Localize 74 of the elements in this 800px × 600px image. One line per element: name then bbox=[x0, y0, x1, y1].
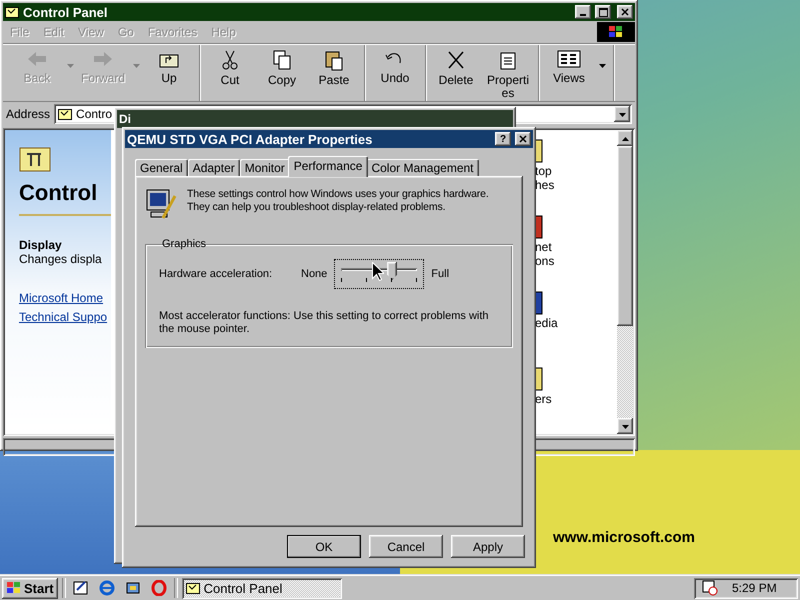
caret-icon bbox=[622, 424, 628, 428]
windows-logo bbox=[597, 22, 635, 42]
toolbar-button[interactable]: Undo bbox=[369, 45, 421, 101]
scroll-down-button[interactable] bbox=[617, 418, 633, 434]
minimize-button[interactable] bbox=[575, 5, 591, 19]
description-text: These settings control how Windows uses your graphics hardware. They can help you troubleshoot display-related problems. bbox=[187, 188, 490, 215]
acceleration-slider[interactable] bbox=[335, 260, 424, 288]
paste-icon bbox=[323, 49, 345, 71]
dropdown-button[interactable] bbox=[614, 106, 630, 122]
caret-icon bbox=[132, 64, 140, 68]
icon-label: hes bbox=[535, 178, 554, 192]
clock: 5:29 PM bbox=[732, 581, 777, 595]
dialog-title: Di bbox=[119, 112, 132, 126]
toolbar-button[interactable]: Delete bbox=[430, 45, 482, 101]
toolbar-button[interactable]: Up bbox=[143, 45, 195, 101]
caret-icon bbox=[66, 64, 74, 68]
maximize-button[interactable] bbox=[595, 5, 611, 19]
caret-icon bbox=[618, 112, 626, 116]
caret-icon bbox=[622, 136, 628, 140]
windows-logo-icon bbox=[6, 581, 22, 595]
close-icon bbox=[621, 8, 629, 16]
dialog-button[interactable]: Apply bbox=[451, 535, 525, 558]
tab[interactable]: General bbox=[135, 159, 188, 176]
icon-label: edia bbox=[535, 316, 558, 330]
toolbar-button[interactable]: Properties bbox=[482, 45, 534, 101]
item-title: Display bbox=[19, 238, 63, 252]
icon-label: top bbox=[535, 164, 552, 178]
dialog-title: QEMU STD VGA PCI Adapter Properties bbox=[127, 132, 374, 146]
maximize-icon bbox=[598, 8, 608, 16]
help-button[interactable]: ? bbox=[495, 132, 511, 146]
caret-icon bbox=[598, 64, 606, 68]
close-button[interactable] bbox=[515, 132, 531, 146]
close-button[interactable] bbox=[617, 5, 633, 19]
toolbar-button[interactable]: Cut bbox=[204, 45, 256, 101]
icon-label: ers bbox=[535, 392, 552, 406]
web-link[interactable]: Technical Suppo bbox=[19, 310, 111, 324]
scroll-bar[interactable] bbox=[617, 130, 633, 434]
monitor-icon bbox=[145, 188, 177, 220]
slider-thumb[interactable] bbox=[387, 262, 398, 280]
address-label: Address bbox=[6, 107, 50, 121]
icon-label: net bbox=[535, 240, 552, 254]
tab[interactable]: Performance bbox=[288, 156, 368, 177]
note-text: Most accelerator functions: Use this setting to correct problems with the mouse pointer. bbox=[159, 310, 490, 336]
tab[interactable]: Color Management bbox=[366, 159, 479, 176]
icon-label: ons bbox=[535, 254, 554, 268]
copy-icon bbox=[271, 49, 293, 71]
toolbar-button[interactable]: Views bbox=[543, 45, 595, 101]
control-panel-icon bbox=[58, 108, 72, 120]
tab[interactable]: Adapter bbox=[188, 159, 240, 176]
group-title: Graphics bbox=[161, 238, 208, 250]
scheduler-icon[interactable] bbox=[702, 580, 718, 596]
back-arrow-icon bbox=[26, 49, 48, 69]
dialog-button[interactable]: OK bbox=[287, 535, 361, 558]
close-icon bbox=[519, 135, 527, 143]
slider-label: Hardware acceleration: bbox=[159, 268, 274, 280]
forward-arrow-icon bbox=[92, 49, 114, 69]
slider-min-label: None bbox=[301, 268, 328, 280]
toolbar-button[interactable]: Copy bbox=[256, 45, 308, 101]
wallpaper-url-text: www.microsoft.com bbox=[553, 529, 695, 546]
mouse-cursor-icon bbox=[372, 262, 384, 281]
taskbar-button[interactable]: Control Panel bbox=[182, 578, 342, 598]
control-panel-icon bbox=[5, 6, 19, 18]
toolbar-button[interactable]: Paste bbox=[308, 45, 360, 101]
scroll-up-button[interactable] bbox=[617, 130, 633, 146]
views-icon bbox=[556, 49, 582, 69]
dialog-button[interactable]: Cancel bbox=[369, 535, 443, 558]
item-description: Changes displa bbox=[19, 252, 103, 266]
control-panel-icon bbox=[186, 582, 200, 594]
window-title: Control Panel bbox=[23, 4, 109, 20]
slider-max-label: Full bbox=[431, 268, 450, 280]
start-button[interactable]: Start bbox=[2, 578, 58, 598]
tab[interactable]: Monitor bbox=[240, 159, 290, 176]
panel-heading: Control bbox=[19, 180, 111, 216]
web-link[interactable]: Microsoft Home bbox=[19, 291, 111, 305]
